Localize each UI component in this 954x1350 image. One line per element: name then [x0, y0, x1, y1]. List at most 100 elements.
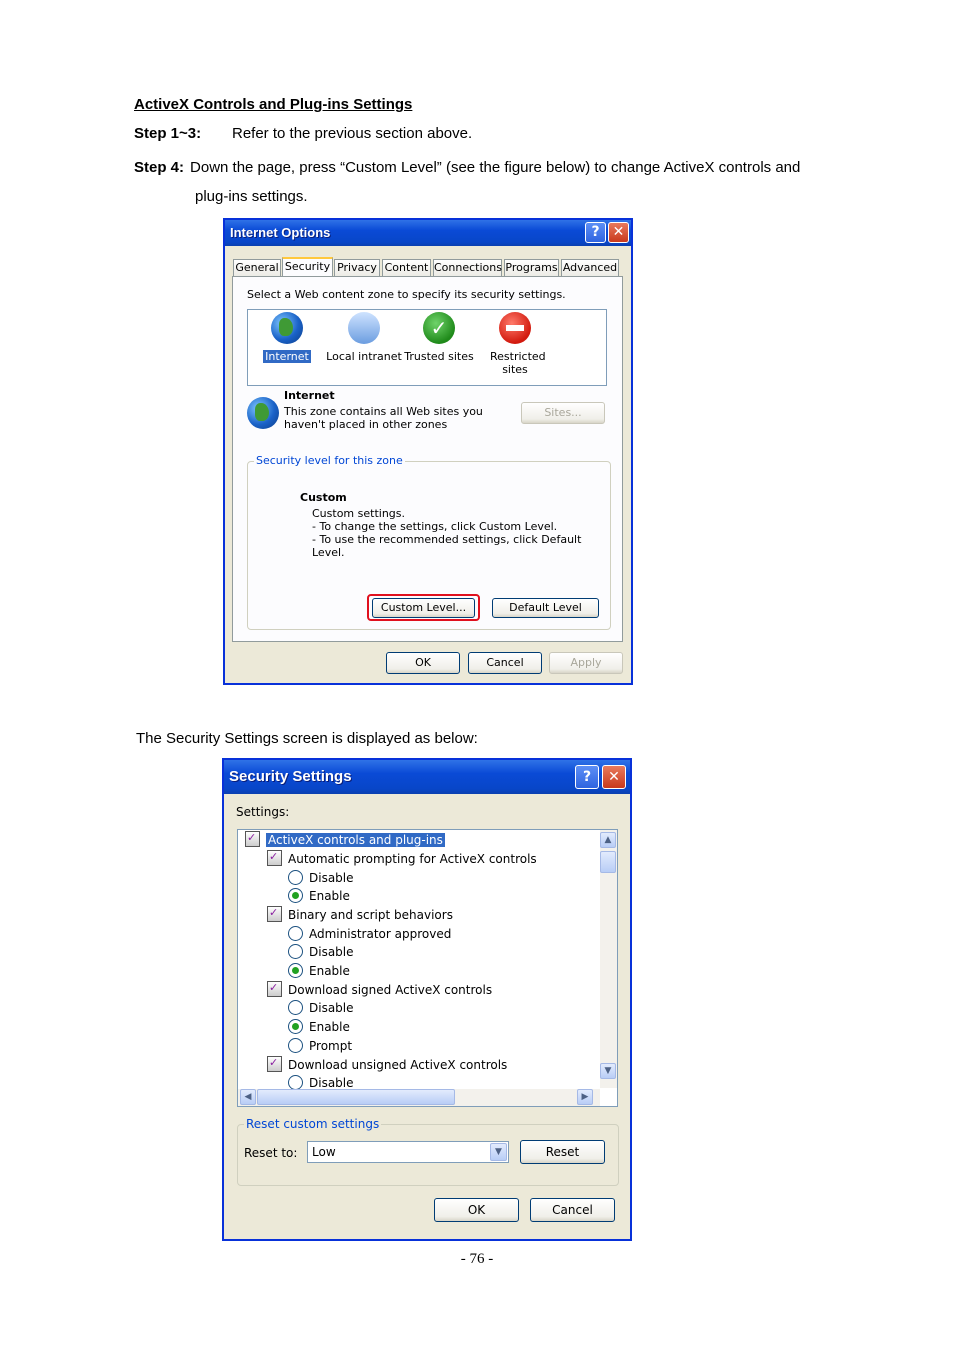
caption: The Security Settings screen is displaye…	[136, 730, 478, 747]
tab-privacy[interactable]: Privacy	[334, 259, 380, 276]
help-icon[interactable]: ?	[585, 222, 606, 243]
radio-option[interactable]: Enable	[288, 962, 350, 980]
internet-options-titlebar[interactable]: Internet Options ? ✕	[225, 220, 631, 246]
internet-options-title: Internet Options	[230, 225, 331, 240]
radio-option[interactable]: Enable	[288, 1018, 350, 1036]
radio-selected-icon	[288, 1019, 303, 1034]
radio-option[interactable]: Disable	[288, 869, 354, 887]
list-item-label: Download signed ActiveX controls	[288, 983, 493, 997]
reset-to-label: Reset to:	[244, 1146, 298, 1160]
zone-restricted-sites-label: Restricted sites	[490, 350, 546, 376]
radio-icon	[288, 1075, 303, 1090]
close-icon[interactable]: ✕	[602, 765, 626, 789]
list-item-label: Binary and script behaviors	[288, 908, 453, 922]
security-settings-title: Security Settings	[229, 768, 352, 785]
tab-programs[interactable]: Programs	[504, 259, 559, 276]
list-item[interactable]: Binary and script behaviors	[267, 904, 453, 924]
radio-icon	[288, 944, 303, 959]
scroll-thumb[interactable]	[600, 851, 616, 873]
step-4-label: Step 4:	[134, 159, 185, 176]
list-item-label: Download unsigned ActiveX controls	[288, 1058, 508, 1072]
radio-icon	[288, 1000, 303, 1015]
setting-icon	[267, 1054, 282, 1072]
security-level-group: Security level for this zone Custom Cust…	[247, 454, 611, 630]
tab-security[interactable]: Security	[282, 257, 333, 277]
cancel-button[interactable]: Cancel	[530, 1198, 615, 1222]
tab-content[interactable]: Content	[382, 259, 431, 276]
radio-option[interactable]: Enable	[288, 887, 350, 905]
zone-trusted-sites[interactable]: ✓ Trusted sites	[399, 312, 479, 363]
tab-general[interactable]: General	[233, 259, 281, 276]
security-settings-window: Security Settings ? ✕ Settings: ActiveX …	[222, 758, 632, 1241]
radio-icon	[288, 870, 303, 885]
list-item[interactable]: ActiveX controls and plug-ins	[245, 830, 445, 849]
globe-icon	[271, 312, 303, 344]
security-settings-titlebar[interactable]: Security Settings ? ✕	[224, 760, 630, 794]
zone-restricted-sites[interactable]: Restricted sites	[475, 312, 555, 376]
reset-group-title: Reset custom settings	[244, 1117, 382, 1131]
apply-button[interactable]: Apply	[549, 652, 623, 674]
default-level-button[interactable]: Default Level	[492, 598, 599, 618]
settings-category-icon	[245, 830, 260, 847]
security-level-group-title: Security level for this zone	[254, 454, 405, 467]
radio-selected-icon	[288, 963, 303, 978]
ok-button[interactable]: OK	[434, 1198, 519, 1222]
radio-option[interactable]: Administrator approved	[288, 925, 451, 943]
settings-tree: ActiveX controls and plug-ins Automatic …	[237, 829, 618, 1107]
zone-local-intranet-label: Local intranet	[326, 350, 402, 363]
scroll-down-icon[interactable]: ▼	[600, 1063, 616, 1079]
tab-advanced[interactable]: Advanced	[561, 259, 619, 276]
list-item[interactable]: Download signed ActiveX controls	[267, 979, 493, 999]
scroll-left-icon[interactable]: ◀	[240, 1089, 256, 1105]
custom-level-button[interactable]: Custom Level...	[372, 598, 475, 618]
setting-icon	[267, 979, 282, 997]
zone-info-globe-icon	[247, 397, 279, 429]
radio-option[interactable]: Disable	[288, 943, 354, 961]
tab-connections[interactable]: Connections	[433, 259, 502, 276]
close-icon[interactable]: ✕	[608, 222, 629, 243]
settings-label: Settings:	[236, 805, 290, 819]
list-item-label: Automatic prompting for ActiveX controls	[288, 852, 537, 866]
level-desc-3: - To use the recommended settings, click…	[312, 533, 582, 559]
radio-option[interactable]: Disable	[288, 999, 354, 1017]
list-item[interactable]: Download unsigned ActiveX controls	[267, 1054, 508, 1074]
list-item[interactable]: Automatic prompting for ActiveX controls	[267, 848, 537, 868]
zone-info-desc-line1: This zone contains all Web sites you	[284, 405, 483, 418]
reset-to-select[interactable]: Low ▼	[307, 1141, 509, 1163]
step-1-3: Step 1~3: Refer to the previous section a…	[134, 125, 472, 142]
step-4: Step 4: Down the page, press “Custom Leve…	[134, 153, 864, 211]
setting-icon	[267, 848, 282, 866]
intranet-icon	[348, 312, 380, 344]
help-icon[interactable]: ?	[575, 765, 599, 789]
step-4-text-line1: Down the page, press “Custom Level” (see…	[190, 159, 801, 176]
page-number: - 76 -	[460, 1251, 494, 1267]
radio-label: Disable	[309, 871, 354, 885]
internet-options-window: Internet Options ? ✕ General Security Pr…	[223, 218, 633, 685]
ok-button[interactable]: OK	[386, 652, 460, 674]
zone-internet[interactable]: Internet	[247, 312, 327, 363]
horizontal-scroll-thumb[interactable]	[257, 1089, 455, 1105]
radio-selected-icon	[288, 888, 303, 903]
radio-label: Enable	[309, 889, 350, 903]
radio-icon	[288, 1038, 303, 1053]
sites-button[interactable]: Sites...	[521, 402, 605, 424]
reset-button[interactable]: Reset	[520, 1140, 605, 1164]
horizontal-scrollbar[interactable]: ◀ ▶	[238, 1089, 600, 1106]
cancel-button[interactable]: Cancel	[468, 652, 542, 674]
vertical-scrollbar[interactable]: ▲ ▼	[600, 830, 617, 1088]
chevron-down-icon[interactable]: ▼	[490, 1143, 507, 1161]
level-desc-1: Custom settings.	[312, 507, 406, 520]
zone-local-intranet[interactable]: Local intranet	[324, 312, 404, 363]
zone-list: Internet Local intranet ✓ Trusted sites …	[247, 309, 607, 386]
scroll-right-icon[interactable]: ▶	[577, 1089, 593, 1105]
level-name: Custom	[300, 491, 347, 504]
zone-info-title: Internet	[284, 389, 335, 402]
zone-info-desc-line2: haven't placed in other zones	[284, 418, 448, 431]
zone-internet-label: Internet	[263, 350, 311, 363]
radio-label: Prompt	[309, 1039, 353, 1053]
scroll-up-icon[interactable]: ▲	[600, 832, 616, 848]
radio-option[interactable]: Prompt	[288, 1037, 352, 1055]
level-desc-2: - To change the settings, click Custom L…	[312, 520, 558, 533]
security-tab-panel: Select a Web content zone to specify its…	[232, 276, 623, 642]
radio-label: Enable	[309, 1020, 350, 1034]
